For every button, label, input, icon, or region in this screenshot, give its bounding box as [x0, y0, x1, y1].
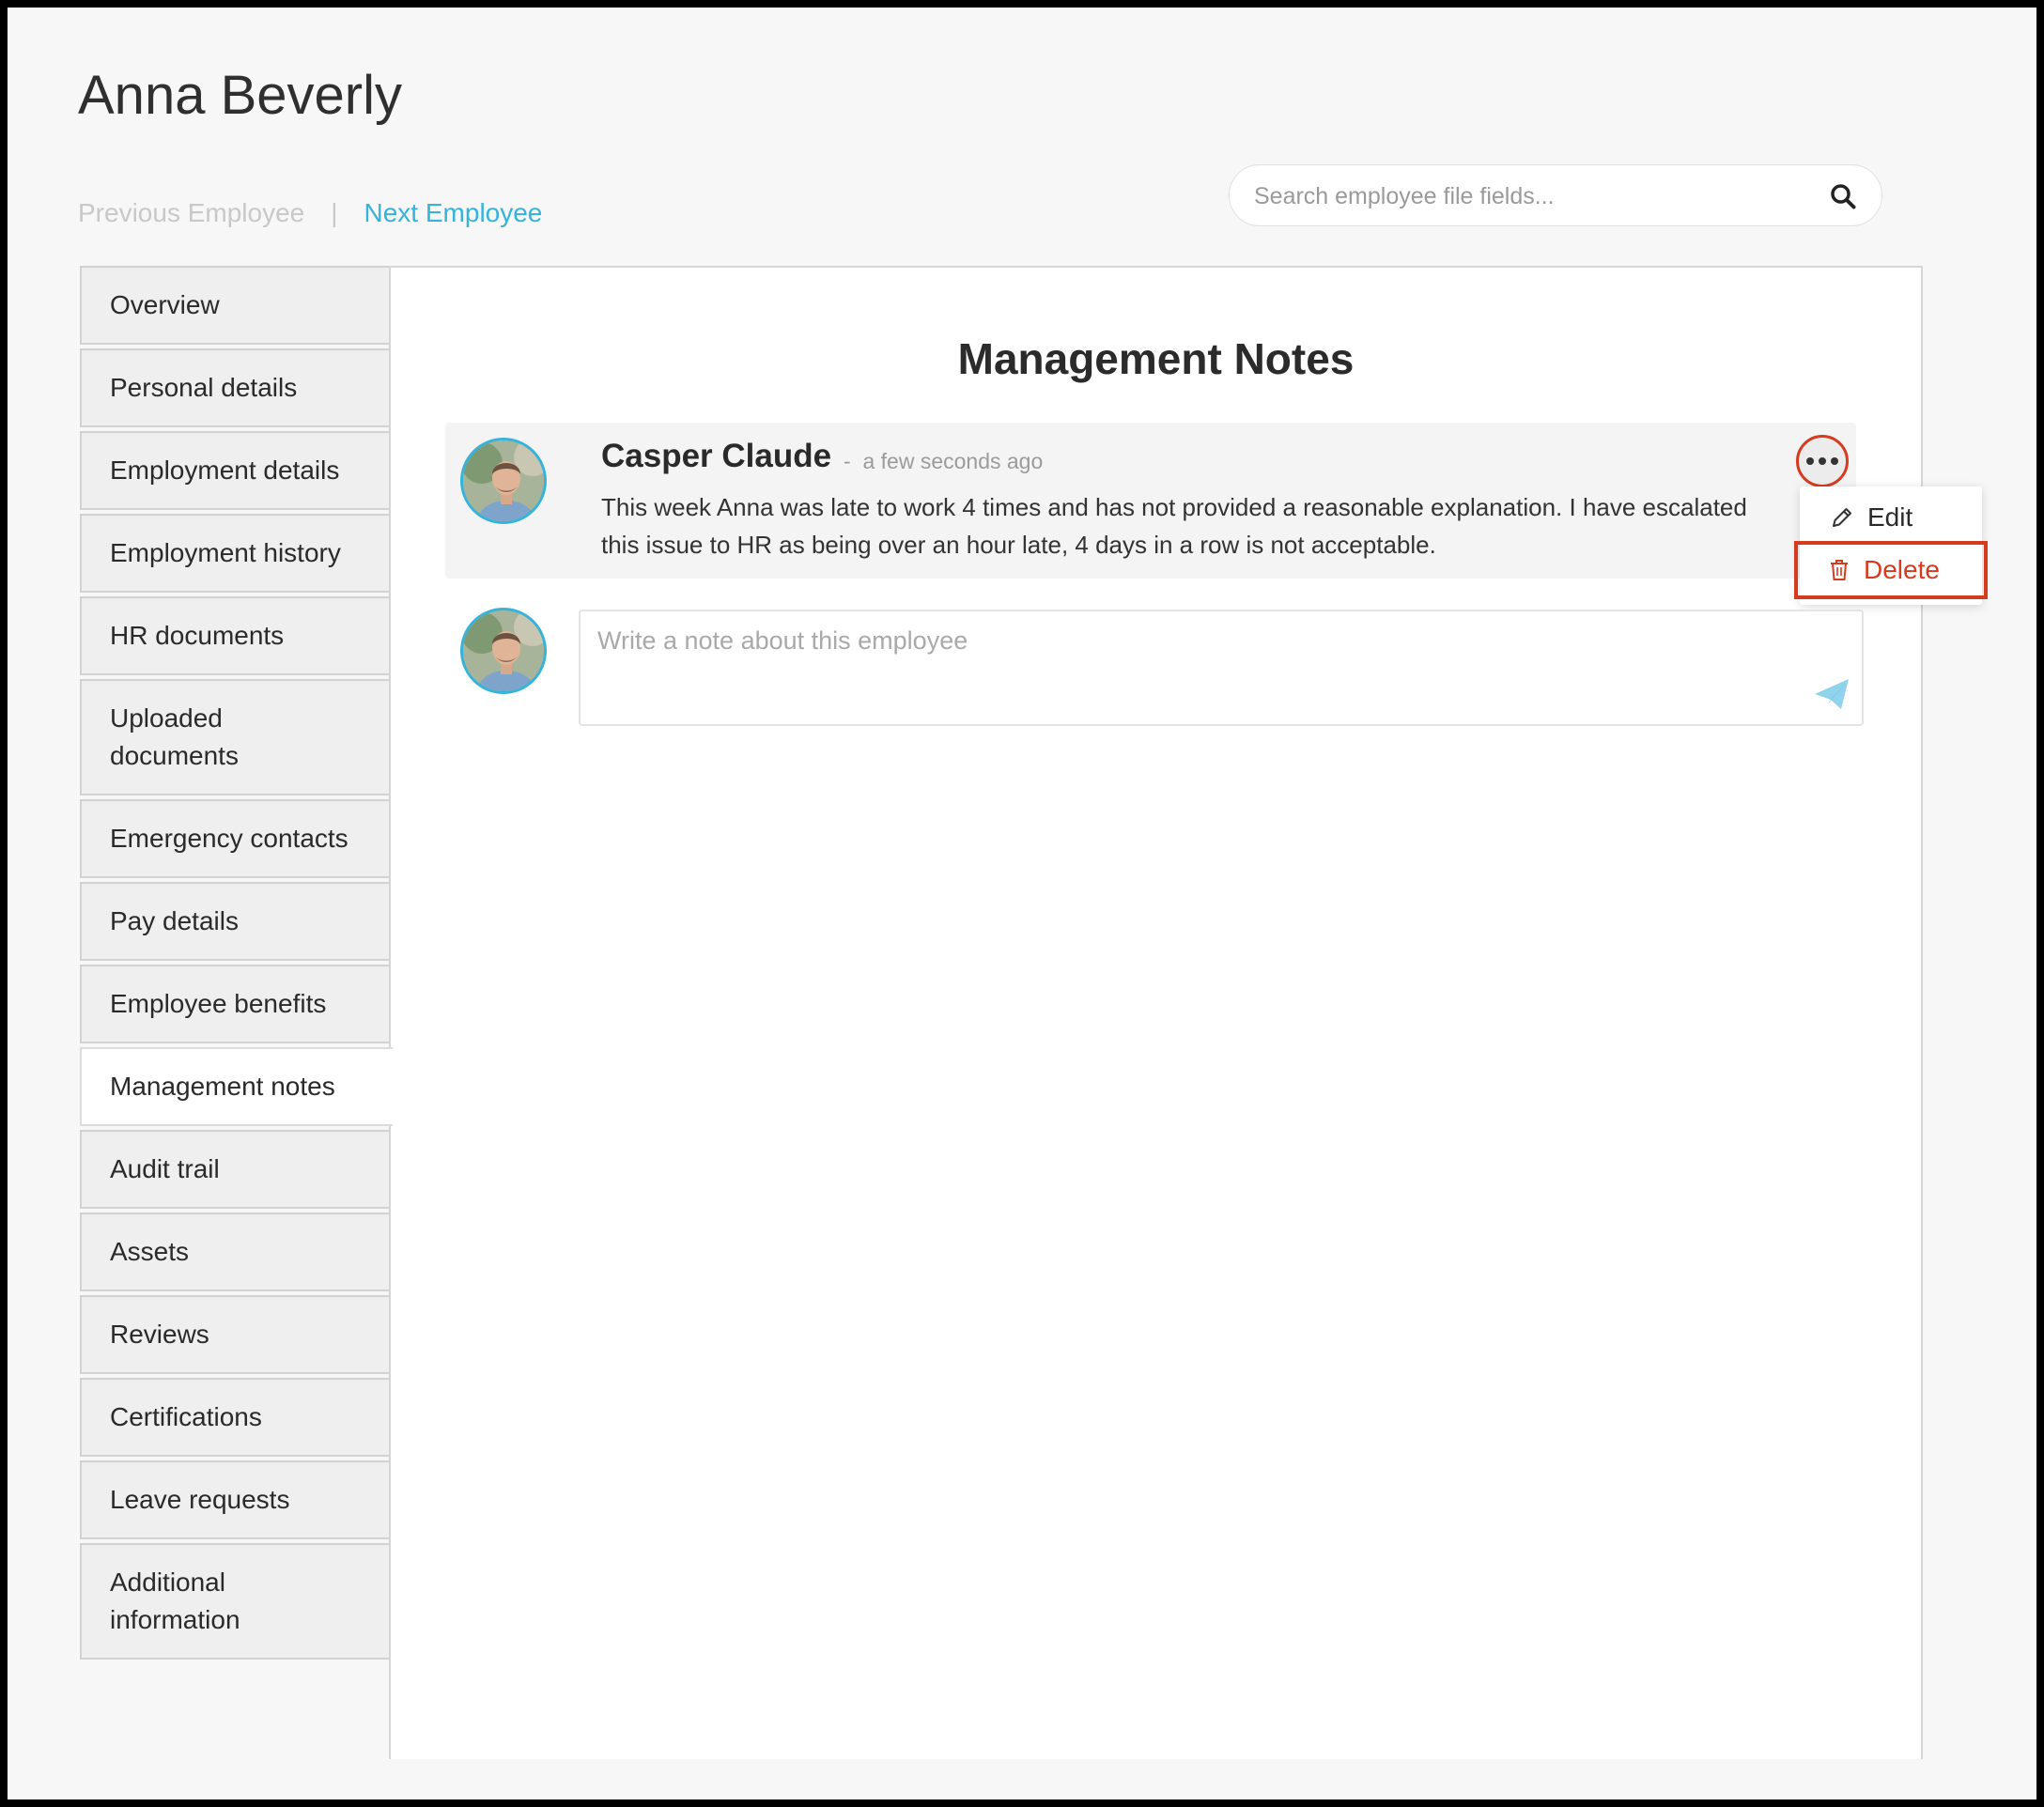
sidebar-item-label: Additional information [110, 1568, 240, 1634]
sidebar-item-certifications[interactable]: Certifications [80, 1378, 390, 1457]
app-window: Anna Beverly Previous Employee | Next Em… [8, 8, 2036, 1799]
sidebar-item-uploaded-documents[interactable]: Uploaded documents [80, 679, 390, 795]
sidebar-item-label: Employment history [110, 538, 341, 567]
sidebar-item-label: Personal details [110, 373, 298, 402]
sidebar-item-pay-details[interactable]: Pay details [80, 882, 390, 961]
sidebar-item-label: Pay details [110, 906, 239, 935]
sidebar-item-label: Reviews [110, 1320, 209, 1349]
edit-label: Edit [1867, 502, 1913, 532]
page-title: Anna Beverly [78, 65, 402, 126]
note-input[interactable] [596, 625, 1773, 713]
sidebar-item-label: Uploaded documents [110, 703, 239, 770]
sidebar-item-employment-details[interactable]: Employment details [80, 431, 390, 510]
note-options-button[interactable] [1796, 435, 1849, 487]
note-card: Casper Claude - a few seconds ago This w… [445, 423, 1856, 579]
sidebar-item-label: HR documents [110, 621, 285, 650]
sidebar-item-additional-information[interactable]: Additional information [80, 1543, 390, 1660]
pencil-icon [1833, 508, 1851, 527]
current-user-avatar [460, 608, 547, 694]
sidebar-item-label: Audit trail [110, 1154, 220, 1183]
section-title: Management Notes [957, 334, 1355, 383]
note-timestamp: - a few seconds ago [844, 449, 1043, 474]
sidebar-item-label: Emergency contacts [110, 824, 348, 853]
sidebar-item-employee-benefits[interactable]: Employee benefits [80, 965, 390, 1043]
nav-separator: | [331, 198, 338, 227]
paper-plane-icon[interactable] [1813, 675, 1850, 713]
edit-menu-item[interactable]: Edit [1800, 490, 1982, 545]
user-avatar-image [463, 440, 544, 521]
note-options-menu: Edit Delete [1794, 486, 1988, 605]
author-avatar [460, 438, 547, 524]
sidebar-item-management-notes[interactable]: Management notes [80, 1047, 393, 1126]
ellipsis-icon [1806, 457, 1838, 465]
search-icon[interactable] [1829, 182, 1857, 210]
sidebar-item-audit-trail[interactable]: Audit trail [80, 1130, 390, 1209]
sidebar-tabs: Overview Personal details Employment det… [80, 266, 393, 1663]
management-notes-panel: Management Notes Casper Claude - a few s… [389, 266, 1988, 1759]
sidebar-item-label: Leave requests [110, 1485, 290, 1514]
user-avatar-image [463, 610, 544, 691]
search-box [1229, 164, 1882, 226]
sidebar-item-label: Overview [110, 290, 220, 319]
sidebar-item-personal-details[interactable]: Personal details [80, 348, 390, 427]
sidebar-item-assets[interactable]: Assets [80, 1212, 390, 1291]
delete-menu-item[interactable]: Delete [1794, 541, 1988, 599]
delete-label: Delete [1864, 555, 1940, 584]
search-input[interactable] [1252, 175, 1810, 218]
sidebar-item-emergency-contacts[interactable]: Emergency contacts [80, 799, 390, 878]
note-time: a few seconds ago [862, 449, 1044, 473]
sidebar-item-employment-history[interactable]: Employment history [80, 514, 390, 593]
sidebar-item-leave-requests[interactable]: Leave requests [80, 1460, 390, 1539]
meta-separator: - [844, 449, 851, 473]
sidebar-item-label: Assets [110, 1237, 190, 1266]
note-author: Casper Claude [601, 438, 832, 474]
employee-navigation: Previous Employee | Next Employee [78, 198, 542, 228]
note-compose-box [579, 610, 1864, 726]
previous-employee-link[interactable]: Previous Employee [78, 198, 304, 228]
trash-icon [1831, 560, 1848, 580]
sidebar-item-label: Employee benefits [110, 989, 327, 1018]
sidebar-item-label: Employment details [110, 456, 340, 485]
sidebar-item-label: Management notes [110, 1072, 335, 1101]
note-text: This week Anna was late to work 4 times … [601, 493, 1747, 559]
sidebar-item-overview[interactable]: Overview [80, 266, 390, 345]
sidebar-item-hr-documents[interactable]: HR documents [80, 596, 390, 675]
sidebar-item-reviews[interactable]: Reviews [80, 1295, 390, 1374]
sidebar-item-label: Certifications [110, 1402, 262, 1431]
next-employee-link[interactable]: Next Employee [364, 198, 543, 228]
